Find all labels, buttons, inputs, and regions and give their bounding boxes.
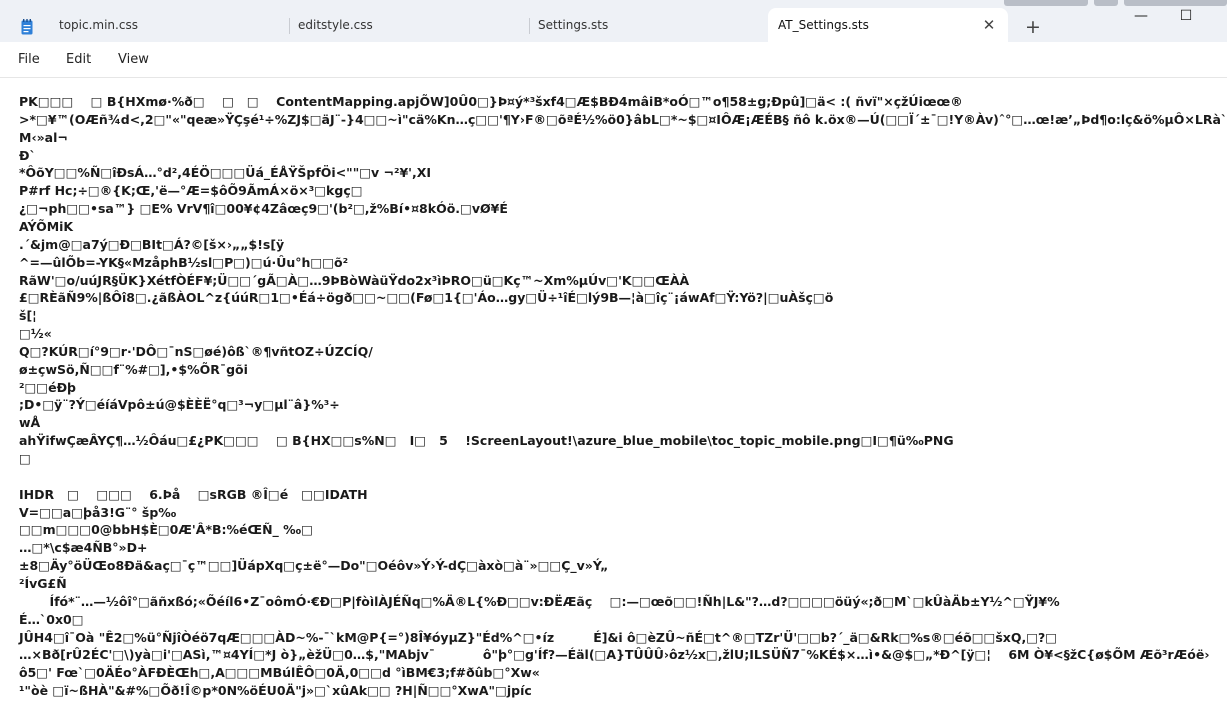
minimize-button[interactable]: — [1131,6,1151,26]
tab-label: topic.min.css [59,18,138,32]
editor-line: Ð` [19,147,36,163]
menu-view[interactable]: View [118,52,149,67]
editor-line: ô5□' Fœ`□0ÄÉo°ÀFÐÈŒh□,A□□□MBúlÊÔ□0Ä,0□□d… [19,665,540,681]
editor-line: M‹»al¬ [19,129,68,145]
menu-file[interactable]: File [18,52,40,67]
tab-editstyle-css[interactable]: editstyle.css [290,8,528,42]
editor-line: V=□□a□þå3!G¨° šp‰ [19,504,177,520]
new-tab-button[interactable]: + [1022,16,1044,38]
menu-edit[interactable]: Edit [66,52,91,67]
editor-line: …×Bð[rÛ2ÉC'□\)yà□i'□ASì,™¤4YÍ□*J ò}„èžÜ□… [19,647,1210,663]
title-bar: topic.min.css editstyle.css Settings.sts… [0,0,1227,42]
tab-topic-min-css[interactable]: topic.min.css [45,8,285,42]
text-editor-area[interactable]: PK□□□ □ B{HXmø·%ð□ □ □ ContentMapping.ap… [0,78,1227,709]
close-tab-icon[interactable]: ✕ [980,16,998,34]
editor-line: PK□□□ □ B{HXmø·%ð□ □ □ ContentMapping.ap… [19,94,963,109]
editor-line: *ÔõY□□%Ñ□îÐsÁ…°d²,4ÉÖ□□□Üá_ÉÅŸŠpfÖi<""□v… [19,165,432,181]
editor-line: £□RÈãÑ9%|ßÔî8□.¿ãßÀOL^z{úúR□1□•Éá÷ögð□□~… [19,290,834,306]
background-window-edge [1094,0,1118,6]
editor-line: JÛH4□î¯Oà "Ê2□%ü°ÑjîÒéö7qÆ□□□ÀD~%-¯`kM@P… [19,629,1058,645]
editor-line: …□*\c$æ4ÑB°»D+ [19,540,148,556]
editor-line: IHDR □ □□□ 6.Þå □sRGB ®Î□é □□IDATH [19,486,368,502]
maximize-button[interactable]: ☐ [1176,6,1196,26]
tab-label: AT_Settings.sts [778,18,869,32]
editor-line: ahŸifwÇæÂYÇ¶…½Ôáu□£¿PK□□□ □ B{HX□□s%N□ I… [19,433,954,449]
tab-label: Settings.sts [538,18,609,32]
editor-line: □□m□□□0@bbH$È□0Æ'Â*B:%éŒÑ_ ‰□ [19,522,313,538]
notepad-file-icon [21,19,33,35]
editor-line: □½« [19,326,52,342]
editor-line: .´&jm@□a7ý□Ð□BIt□Á?©[š×›„„$!s[ÿ [19,236,285,252]
tab-at-settings-sts[interactable]: AT_Settings.sts ✕ [768,8,1008,42]
editor-line: ^=—ûlÕb=-YK§«MzåphB½sl□P□)□ú·Ûu°h□□õ² [19,254,349,270]
editor-line: ;D•□ÿ¨?Ý□éíáVpô±ú@$ÈÈË°q□³¬y□µl¨â}%³÷ [19,397,340,413]
editor-line: ²ÍvG£Ñ [19,575,67,591]
tab-settings-sts[interactable]: Settings.sts [530,8,768,42]
editor-line: P#rf Hc;÷□®{K;Œ,'ë—°Æ=$ôÕ9ÃmÁ×ö×³□kgç□ [19,183,363,199]
editor-line: AÝÕMiK [19,218,74,234]
menu-bar: File Edit View [0,42,1227,110]
editor-line: ø±çwSö,Ñ□□f¨%#□],•$%ÕR¯gõi [19,361,248,377]
editor-line: ±8□Äy°öÜŒo8Ðä&aç□¯ç™□□]ÜápXq□ç±ë°—Do"□Oé… [19,558,609,574]
editor-line: ²□□éÐþ [19,379,76,395]
editor-line: Ífó*¨…—½ôî°□ãñxßó;«Õéíl6•Z¯oômÓ·€Ð□P|fòì… [19,593,1060,609]
editor-line: ¹"òè □ï~ßHÀ"&#%□Õð!Î©p*0N%öÉU0Ä"j»□`xûAk… [19,683,532,699]
editor-line: É…`0x0□ [19,611,84,627]
editor-line: š[¦ [19,308,37,324]
editor-line: □ [19,451,31,466]
editor-line: ¿□¬ph□□•sa™} □E% VrV¶î□00¥¢4Zâœç9□'(b²□,… [19,201,508,217]
editor-line: >*□¥™(OÆñ¾d<,2□"«"qeæ»ŸÇşé¹÷%ZJ$□äJ¨-}4□… [19,111,1227,127]
editor-line: RãW'□o/uúJR§ÜK}XétfÒÉF¥;Ü□□´gÃ□À□…9ÞBòWà… [19,272,690,288]
tab-label: editstyle.css [298,18,373,32]
background-window-edge [1004,0,1088,6]
editor-line: wÅ [19,415,41,431]
editor-line: Q□?KÚR□í°9□r·'DÔ□¯nS□øé)ôß`®¶vñtOZ÷ÚZCÍQ… [19,343,373,359]
